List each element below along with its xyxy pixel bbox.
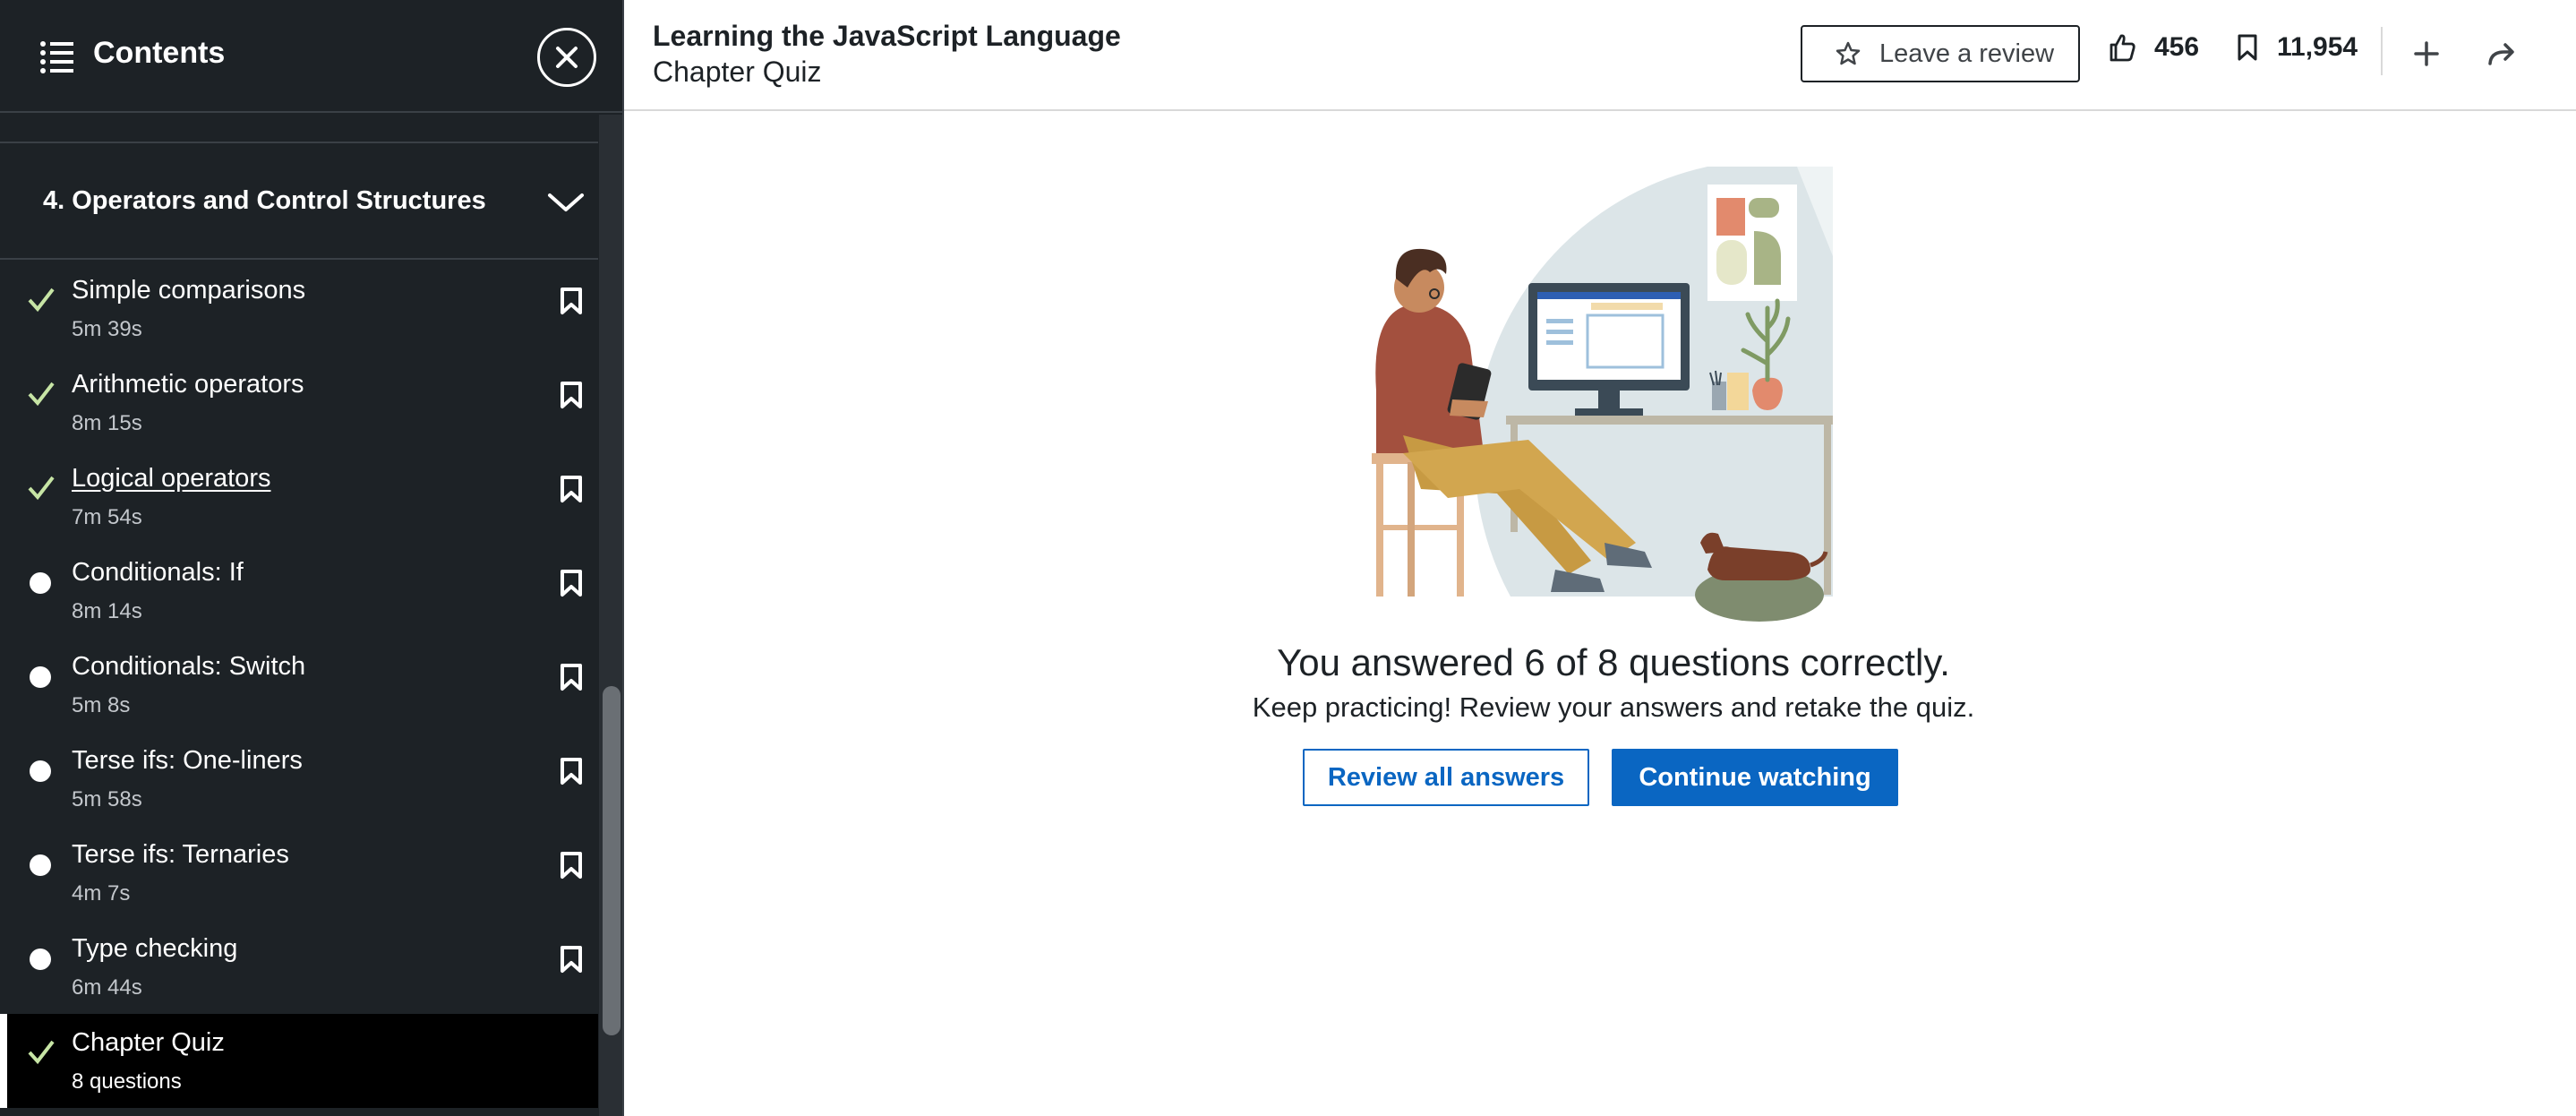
bookmark-icon bbox=[2238, 34, 2257, 61]
bookmark-icon[interactable] bbox=[559, 945, 584, 974]
continue-watching-button[interactable]: Continue watching bbox=[1612, 749, 1898, 806]
lesson-item[interactable]: Arithmetic operators 8m 15s bbox=[0, 356, 598, 450]
like-button[interactable]: 456 bbox=[2108, 32, 2199, 63]
contents-sidebar: Contents 4. Operators and Control Struct… bbox=[0, 0, 624, 1116]
lesson-duration: 5m 8s bbox=[72, 693, 131, 717]
result-subtitle: Keep practicing! Review your answers and… bbox=[1252, 691, 1975, 723]
star-icon bbox=[1836, 41, 1861, 65]
lesson-title: Chapter Quiz bbox=[72, 1028, 225, 1057]
leave-review-label: Leave a review bbox=[1879, 39, 2055, 68]
previous-section-edge bbox=[0, 115, 598, 143]
scrollbar-thumb[interactable] bbox=[603, 686, 620, 1035]
not-started-dot bbox=[30, 854, 51, 876]
lesson-item[interactable]: Type checking 6m 44s bbox=[0, 920, 598, 1014]
list-icon bbox=[40, 41, 73, 73]
lesson-item[interactable]: Terse ifs: One-liners 5m 58s bbox=[0, 732, 598, 826]
lesson-duration: 8m 15s bbox=[72, 411, 142, 435]
checkmark-icon bbox=[28, 476, 55, 501]
bookmark-icon[interactable] bbox=[559, 475, 584, 503]
section-header[interactable]: 4. Operators and Control Structures bbox=[0, 145, 598, 260]
lesson-duration: 5m 39s bbox=[72, 317, 142, 341]
bookmark-icon[interactable] bbox=[559, 757, 584, 785]
lesson-item[interactable]: Logical operators 7m 54s bbox=[0, 450, 598, 544]
lesson-title: Conditionals: Switch bbox=[72, 652, 306, 681]
sidebar-title: Contents bbox=[93, 36, 226, 70]
like-count: 456 bbox=[2154, 32, 2200, 62]
review-all-answers-button[interactable]: Review all answers bbox=[1303, 749, 1589, 806]
lesson-item[interactable]: Conditionals: If 8m 14s bbox=[0, 544, 598, 638]
lesson-title: Arithmetic operators bbox=[72, 370, 304, 399]
close-icon bbox=[556, 47, 578, 68]
bookmark-icon[interactable] bbox=[559, 287, 584, 315]
lesson-item[interactable]: Terse ifs: Ternaries 4m 7s bbox=[0, 826, 598, 920]
lesson-title: Conditionals: If bbox=[72, 558, 244, 587]
quiz-result-panel: You answered 6 of 8 questions correctly.… bbox=[624, 113, 2576, 1116]
lesson-title: Logical operators bbox=[72, 464, 271, 493]
share-button[interactable] bbox=[2480, 32, 2523, 75]
checkmark-icon bbox=[28, 1040, 55, 1065]
lesson-duration: 5m 58s bbox=[72, 787, 142, 811]
lesson-title: Terse ifs: Ternaries bbox=[72, 840, 289, 869]
lesson-item[interactable]: Conditionals: Switch 5m 8s bbox=[0, 638, 598, 732]
checkmark-icon bbox=[28, 288, 55, 313]
thumbs-up-icon bbox=[2110, 34, 2135, 62]
not-started-dot bbox=[30, 760, 51, 782]
lesson-duration: 8m 14s bbox=[72, 599, 142, 623]
save-button[interactable]: 11,954 bbox=[2236, 32, 2358, 63]
plus-icon bbox=[2414, 41, 2439, 66]
bookmark-icon[interactable] bbox=[559, 381, 584, 409]
bookmark-icon[interactable] bbox=[559, 663, 584, 691]
lesson-item[interactable]: Simple comparisons 5m 39s bbox=[0, 262, 598, 356]
result-title: You answered 6 of 8 questions correctly. bbox=[1277, 641, 1950, 683]
save-count: 11,954 bbox=[2277, 32, 2358, 62]
lesson-duration: 6m 44s bbox=[72, 975, 142, 1000]
not-started-dot bbox=[30, 572, 51, 594]
person-at-desk-illustration bbox=[1372, 167, 1833, 622]
lesson-duration: 8 questions bbox=[72, 1069, 182, 1094]
leave-review-button[interactable]: Leave a review bbox=[1801, 25, 2080, 82]
lesson-title: Type checking bbox=[72, 934, 238, 963]
sidebar-scrollbar[interactable] bbox=[599, 115, 622, 1116]
lesson-duration: 4m 7s bbox=[72, 881, 131, 906]
sidebar-lesson-list[interactable]: 4. Operators and Control Structures Simp… bbox=[0, 115, 598, 1116]
not-started-dot bbox=[30, 949, 51, 970]
sidebar-header: Contents bbox=[0, 0, 622, 113]
section-label: 4. Operators and Control Structures bbox=[43, 186, 486, 215]
not-started-dot bbox=[30, 666, 51, 688]
share-icon bbox=[2488, 43, 2514, 65]
bookmark-icon[interactable] bbox=[559, 851, 584, 880]
close-sidebar-button[interactable] bbox=[537, 28, 596, 87]
top-bar: Learning the JavaScript Language Chapter… bbox=[624, 0, 2576, 111]
lesson-item-active[interactable]: Chapter Quiz 8 questions bbox=[0, 1014, 598, 1108]
lesson-title: Simple comparisons bbox=[72, 276, 306, 305]
toolbar-divider bbox=[2381, 27, 2383, 75]
lesson-duration: 7m 54s bbox=[72, 505, 142, 529]
chevron-down-icon bbox=[548, 193, 584, 211]
checkmark-icon bbox=[28, 382, 55, 407]
lesson-title: Terse ifs: One-liners bbox=[72, 746, 303, 775]
bookmark-icon[interactable] bbox=[559, 569, 584, 597]
lesson-title-header: Chapter Quiz bbox=[653, 56, 822, 88]
add-to-collection-button[interactable] bbox=[2405, 32, 2448, 75]
course-title[interactable]: Learning the JavaScript Language bbox=[653, 20, 1121, 53]
